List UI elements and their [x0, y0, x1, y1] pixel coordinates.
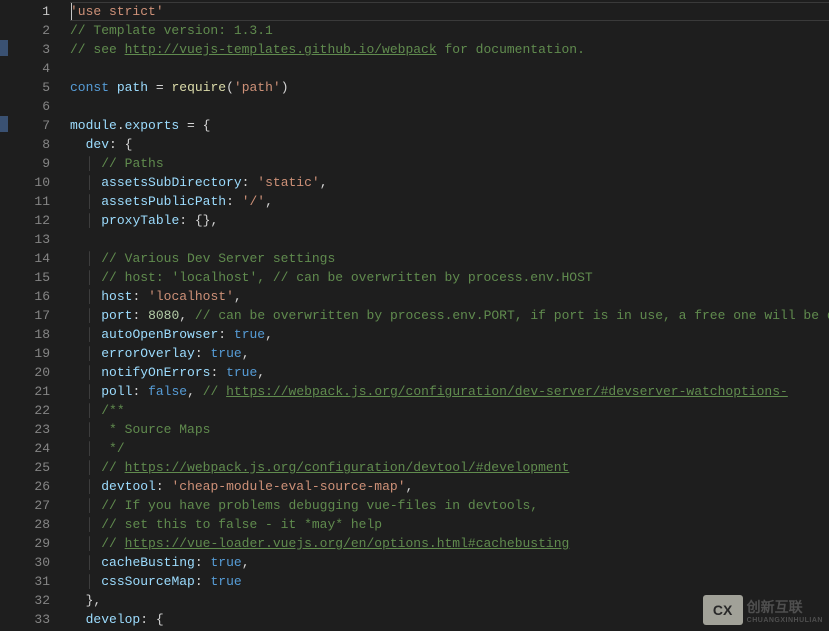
line-number[interactable]: 5: [8, 78, 50, 97]
code-line[interactable]: │ // Various Dev Server settings: [70, 249, 829, 268]
line-number[interactable]: 33: [8, 610, 50, 629]
line-number[interactable]: 27: [8, 496, 50, 515]
code-line[interactable]: │ errorOverlay: true,: [70, 344, 829, 363]
code-line[interactable]: │ cacheBusting: true,: [70, 553, 829, 572]
line-number[interactable]: 2: [8, 21, 50, 40]
line-number[interactable]: 9: [8, 154, 50, 173]
line-number[interactable]: 13: [8, 230, 50, 249]
line-number[interactable]: 30: [8, 553, 50, 572]
watermark-text-bottom: CHUANGXINHULIAN: [747, 617, 823, 624]
line-number[interactable]: 3: [8, 40, 50, 59]
code-line[interactable]: const path = require('path'): [70, 78, 829, 97]
code-editor[interactable]: 1234567891011121314151617181920212223242…: [0, 0, 829, 631]
line-number[interactable]: 11: [8, 192, 50, 211]
code-line[interactable]: [70, 97, 829, 116]
line-number[interactable]: 6: [8, 97, 50, 116]
code-line[interactable]: │ // https://vue-loader.vuejs.org/en/opt…: [70, 534, 829, 553]
line-number[interactable]: 16: [8, 287, 50, 306]
code-line[interactable]: dev: {: [70, 135, 829, 154]
code-line[interactable]: │ // set this to false - it *may* help: [70, 515, 829, 534]
line-number[interactable]: 32: [8, 591, 50, 610]
code-line[interactable]: [70, 230, 829, 249]
line-number[interactable]: 18: [8, 325, 50, 344]
code-line[interactable]: // see http://vuejs-templates.github.io/…: [70, 40, 829, 59]
line-number[interactable]: 4: [8, 59, 50, 78]
gutter-marker: [0, 116, 8, 132]
line-number[interactable]: 14: [8, 249, 50, 268]
code-line[interactable]: │ // Paths: [70, 154, 829, 173]
line-number[interactable]: 25: [8, 458, 50, 477]
code-line[interactable]: │ // If you have problems debugging vue-…: [70, 496, 829, 515]
line-number[interactable]: 28: [8, 515, 50, 534]
code-line[interactable]: │ assetsPublicPath: '/',: [70, 192, 829, 211]
code-line[interactable]: │ devtool: 'cheap-module-eval-source-map…: [70, 477, 829, 496]
code-line[interactable]: 'use strict': [70, 2, 829, 21]
line-number[interactable]: 21: [8, 382, 50, 401]
code-line[interactable]: │ cssSourceMap: true: [70, 572, 829, 591]
watermark-text-top: 创新互联: [747, 597, 823, 617]
code-line[interactable]: │ poll: false, // https://webpack.js.org…: [70, 382, 829, 401]
line-number[interactable]: 24: [8, 439, 50, 458]
line-number-gutter[interactable]: 1234567891011121314151617181920212223242…: [8, 0, 70, 631]
code-line[interactable]: │ * Source Maps: [70, 420, 829, 439]
line-number[interactable]: 15: [8, 268, 50, 287]
line-number[interactable]: 23: [8, 420, 50, 439]
code-line[interactable]: │ // host: 'localhost', // can be overwr…: [70, 268, 829, 287]
code-line[interactable]: │ autoOpenBrowser: true,: [70, 325, 829, 344]
line-number[interactable]: 20: [8, 363, 50, 382]
marker-strip: [0, 0, 8, 631]
code-line[interactable]: │ notifyOnErrors: true,: [70, 363, 829, 382]
line-number[interactable]: 17: [8, 306, 50, 325]
line-number[interactable]: 1: [8, 2, 50, 21]
code-line[interactable]: │ host: 'localhost',: [70, 287, 829, 306]
code-line[interactable]: │ */: [70, 439, 829, 458]
gutter-marker: [0, 40, 8, 56]
code-line[interactable]: // Template version: 1.3.1: [70, 21, 829, 40]
line-number[interactable]: 22: [8, 401, 50, 420]
code-line[interactable]: module.exports = {: [70, 116, 829, 135]
code-line[interactable]: │ // https://webpack.js.org/configuratio…: [70, 458, 829, 477]
code-area[interactable]: 'use strict'// Template version: 1.3.1//…: [70, 0, 829, 631]
code-line[interactable]: │ /**: [70, 401, 829, 420]
line-number[interactable]: 26: [8, 477, 50, 496]
code-line[interactable]: │ port: 8080, // can be overwritten by p…: [70, 306, 829, 325]
line-number[interactable]: 19: [8, 344, 50, 363]
code-line[interactable]: │ assetsSubDirectory: 'static',: [70, 173, 829, 192]
line-number[interactable]: 12: [8, 211, 50, 230]
line-number[interactable]: 8: [8, 135, 50, 154]
line-number[interactable]: 7: [8, 116, 50, 135]
line-number[interactable]: 29: [8, 534, 50, 553]
watermark-logo-icon: CX: [703, 595, 743, 625]
line-number[interactable]: 10: [8, 173, 50, 192]
text-cursor: [71, 3, 72, 20]
code-line[interactable]: [70, 59, 829, 78]
code-line[interactable]: │ proxyTable: {},: [70, 211, 829, 230]
watermark: CX 创新互联 CHUANGXINHULIAN: [703, 595, 823, 625]
line-number[interactable]: 31: [8, 572, 50, 591]
